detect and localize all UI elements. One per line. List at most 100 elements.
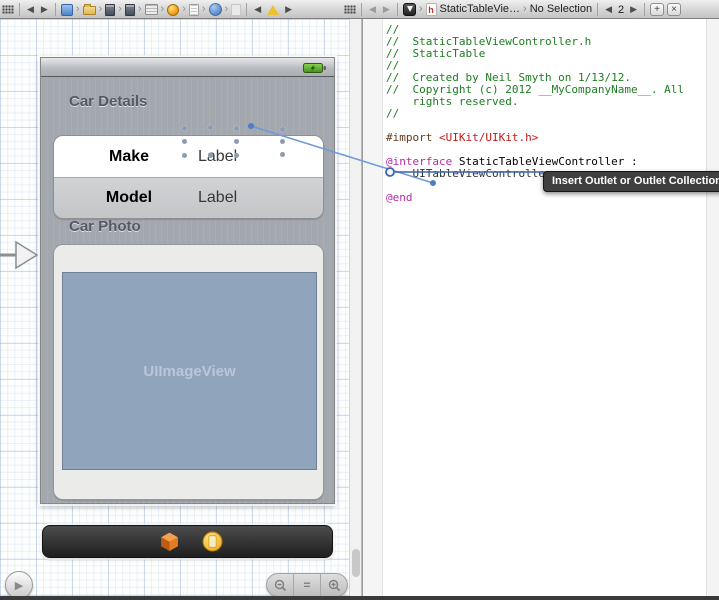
breadcrumb-chevron: › xyxy=(201,3,206,15)
code-token: <UIKit/UIKit.h> xyxy=(438,131,539,144)
separator xyxy=(361,3,362,16)
separator xyxy=(644,3,646,16)
jump-bar: ◀ ▶ › › › › › › › › ◀ ▶ ◀ ▶ › h StaticTa… xyxy=(0,0,719,19)
selection-handle[interactable] xyxy=(280,127,285,132)
row-value-label[interactable]: Label xyxy=(198,178,237,218)
breadcrumb-chevron: › xyxy=(118,3,122,15)
code-line[interactable]: #import <UIKit/UIKit.h> xyxy=(386,132,684,144)
forward-button[interactable]: ▶ xyxy=(39,0,50,19)
breadcrumb-chevron: › xyxy=(182,3,186,15)
status-bar xyxy=(41,58,334,77)
table-view-controller-scene[interactable]: Car Details Make Label Model Label Car P… xyxy=(40,57,335,505)
battery-icon xyxy=(303,63,326,73)
breadcrumb-chevron: › xyxy=(75,3,80,15)
view-controller-object-cube-icon[interactable] xyxy=(159,531,180,552)
uiimageview[interactable]: UIImageView xyxy=(62,272,317,470)
section-header-car-photo[interactable]: Car Photo xyxy=(69,218,141,235)
separator xyxy=(597,3,599,16)
counterpart-back-button[interactable]: ◀ xyxy=(603,0,614,19)
assistant-forward-button[interactable]: ▶ xyxy=(381,0,392,19)
table-cell-car-photo[interactable]: UIImageView xyxy=(53,244,324,500)
xcode-editor-area: ◀ ▶ › › › › › › › › ◀ ▶ ◀ ▶ › h StaticTa… xyxy=(0,0,719,600)
assistant-selection[interactable]: No Selection xyxy=(530,0,592,19)
table-row-model[interactable]: Model Label xyxy=(54,177,323,218)
code-token: #import xyxy=(386,131,439,144)
row-title: Model xyxy=(105,189,153,206)
first-responder-breadcrumb-icon[interactable] xyxy=(167,3,180,16)
table-section-car-details[interactable]: Make Label Model Label xyxy=(53,135,324,219)
selection-handle[interactable] xyxy=(280,152,285,157)
assistant-related-items-icon[interactable] xyxy=(344,5,356,14)
assistant-jump-bar: ◀ ▶ › h StaticTableVie… › No Selection ◀… xyxy=(344,0,682,19)
scene-dock xyxy=(42,525,333,558)
selection-handle[interactable] xyxy=(234,126,239,131)
header-file-icon: h xyxy=(425,3,437,16)
uiimageview-label: UIImageView xyxy=(143,362,236,380)
zoom-actual-size-button[interactable]: = xyxy=(293,574,320,596)
selection-handle[interactable] xyxy=(208,153,213,158)
counterpart-count: 2 xyxy=(618,3,625,16)
storyboard-file-icon[interactable] xyxy=(105,3,116,16)
editor-scrollbar[interactable] xyxy=(706,19,719,596)
issue-forward-button[interactable]: ▶ xyxy=(283,0,294,19)
first-responder-icon[interactable] xyxy=(202,531,223,552)
breadcrumb-chevron: › xyxy=(418,3,423,15)
view-controller-cube-icon[interactable] xyxy=(208,3,222,16)
jump-bar-left: ◀ ▶ › › › › › › › › ◀ ▶ xyxy=(0,0,294,19)
zoom-in-button[interactable] xyxy=(320,574,347,596)
breadcrumb-chevron: › xyxy=(523,3,527,15)
issue-back-button[interactable]: ◀ xyxy=(252,0,263,19)
selection-handle[interactable] xyxy=(182,139,187,144)
table-view[interactable]: Car Details Make Label Model Label Car P… xyxy=(41,77,334,505)
separator xyxy=(396,3,398,16)
selection-handle[interactable] xyxy=(182,126,187,131)
code-editor[interactable]: //// StaticTableViewController.h// Stati… xyxy=(363,19,719,596)
related-items-icon[interactable] xyxy=(2,5,14,14)
scene-file-icon[interactable] xyxy=(124,3,135,16)
table-view-icon[interactable] xyxy=(144,4,158,15)
selection-handle[interactable] xyxy=(234,153,239,158)
zoom-out-button[interactable] xyxy=(267,574,293,596)
assistant-back-button[interactable]: ◀ xyxy=(367,0,378,19)
interface-builder-canvas[interactable]: Car Details Make Label Model Label Car P… xyxy=(0,19,349,599)
code-token: rights reserved. xyxy=(386,95,519,108)
code-token: @end xyxy=(386,191,413,204)
vertical-scrollbar-thumb[interactable] xyxy=(352,549,360,577)
separator xyxy=(19,3,20,16)
code-line[interactable]: rights reserved. xyxy=(386,96,684,108)
document-icon[interactable] xyxy=(188,3,199,16)
breadcrumb-chevron: › xyxy=(98,3,103,15)
insert-outlet-tooltip: Insert Outlet or Outlet Collection xyxy=(543,171,719,192)
close-assistant-editor-button[interactable]: × xyxy=(667,3,682,16)
section-header-car-details[interactable]: Car Details xyxy=(69,93,147,110)
warning-icon[interactable] xyxy=(267,4,280,15)
breadcrumb-chevron: › xyxy=(224,3,229,15)
row-value-label[interactable]: Label xyxy=(198,136,237,177)
code-token: UITableViewController xyxy=(386,167,552,180)
selection-handle[interactable] xyxy=(234,139,239,144)
counterpart-forward-button[interactable]: ▶ xyxy=(628,0,639,19)
code-token: // StaticTable xyxy=(386,47,486,60)
selection-handle[interactable] xyxy=(182,153,187,158)
selection-handle[interactable] xyxy=(208,125,213,130)
breadcrumb-chevron: › xyxy=(160,3,165,15)
separator xyxy=(246,3,248,16)
selection-handle[interactable] xyxy=(280,139,285,144)
code-line[interactable]: // StaticTable xyxy=(386,48,684,60)
code-line[interactable]: @end xyxy=(386,192,684,204)
assistant-file-name[interactable]: StaticTableVie… xyxy=(440,0,521,19)
add-assistant-editor-button[interactable]: + xyxy=(650,3,665,16)
breadcrumb-chevron: › xyxy=(137,3,142,15)
vertical-scrollbar[interactable] xyxy=(349,19,362,596)
folder-icon[interactable] xyxy=(82,4,96,15)
back-button[interactable]: ◀ xyxy=(25,0,36,19)
separator xyxy=(54,3,56,16)
initial-view-controller-arrow[interactable] xyxy=(0,239,40,271)
code-line[interactable]: // xyxy=(386,108,684,120)
dimmed-document-icon[interactable] xyxy=(231,3,242,16)
project-icon[interactable] xyxy=(60,3,73,16)
play-button[interactable]: ▶ xyxy=(5,571,33,599)
window-bottom-edge xyxy=(0,596,719,600)
zoom-controls: = xyxy=(266,573,348,597)
assistant-mode-icon[interactable] xyxy=(402,3,416,16)
